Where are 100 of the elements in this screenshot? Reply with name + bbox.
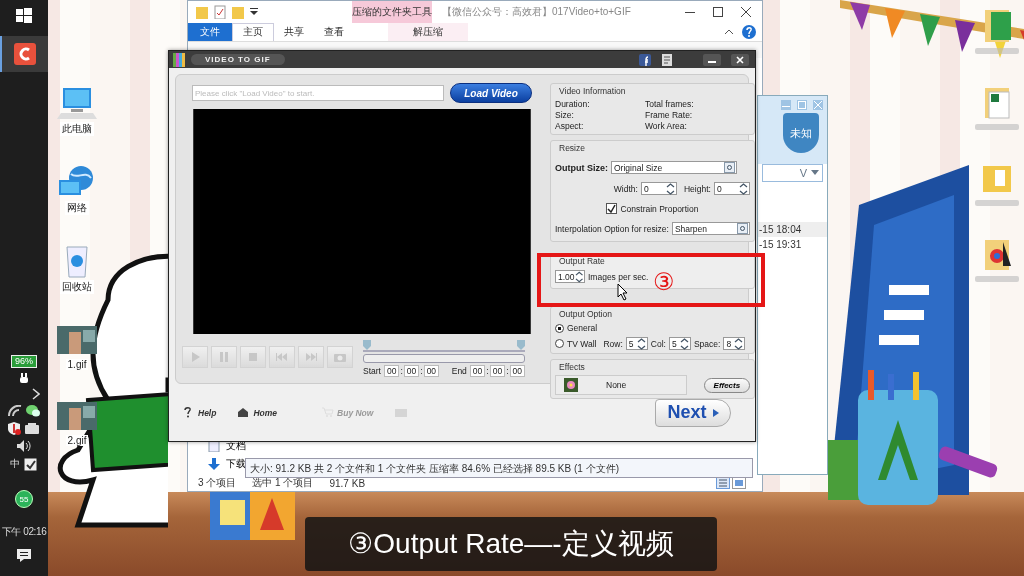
close-icon[interactable] [731,53,749,66]
radio-button[interactable] [555,323,564,333]
plug-icon [20,373,28,383]
window-title: 【微信公众号：高效君】017Video+to+GIF [441,5,632,19]
field-label: Space: [693,338,721,349]
radio-button[interactable] [555,339,564,348]
ribbon-tab[interactable]: 主页 [232,22,274,42]
facebook-icon[interactable] [639,53,651,66]
maximize-icon[interactable] [712,6,724,18]
field-label: Output Size: [555,162,608,173]
spin-field[interactable]: 5 [668,337,691,350]
time-separator: : [400,366,403,376]
status-text: 3 个项目 [198,476,237,490]
spinner-arrows-icon[interactable] [636,337,646,350]
dropdown-icon[interactable] [736,223,748,234]
windows-start-icon[interactable] [16,8,32,24]
dropdown-field[interactable]: Original Size [611,161,737,174]
step-marker: ③ [653,270,675,294]
nav-item-label[interactable]: 下载 [226,457,246,471]
help-icon[interactable] [742,25,756,39]
dropdown-icon[interactable] [724,162,735,173]
input-method-indicator[interactable]: 中 [10,457,21,471]
load-video-button[interactable]: Load Video [450,83,532,103]
effects-button[interactable]: Effects [703,377,750,393]
slider-handle-icon[interactable] [517,340,525,350]
flower-icon [564,378,578,392]
spin-field[interactable]: 5 [625,337,648,350]
minimize-icon[interactable] [703,53,721,66]
shield-icon[interactable] [8,422,22,435]
notes-icon[interactable] [661,53,673,66]
device-icon[interactable] [25,423,40,434]
icon-label[interactable]: 回收站 [60,280,94,294]
wifi-icon[interactable] [8,405,22,417]
field-label: Images per sec. [588,271,649,282]
field-label: Interpolation Option for resize: [555,223,669,234]
action-center-icon[interactable] [17,549,31,562]
spin-field[interactable]: 0 [640,182,677,195]
icon-label[interactable]: 1.gif [65,359,89,370]
checkbox[interactable] [606,203,618,214]
app-logo-icon [173,52,185,67]
field-label: Width: [613,183,638,194]
ribbon-tab[interactable]: 共享 [274,23,314,41]
spin-field[interactable]: 1.00 [555,270,585,283]
ribbon-tab[interactable]: 文件 [188,23,232,41]
status-text: 选中 1 个项目 [252,476,314,490]
ribbon-tab[interactable]: 解压缩 [388,23,468,41]
large-icons-view-icon[interactable] [732,477,746,489]
time-separator: : [506,366,509,376]
list-row[interactable]: -15 19:31 [758,237,827,252]
time-field[interactable]: 00 [403,365,420,377]
home-link[interactable]: Home [238,407,278,418]
group-title: Video Information [558,86,627,96]
time-field[interactable]: 00 [423,365,440,377]
group-title: Effects [558,362,586,372]
properties-icon[interactable] [214,5,226,19]
status-text: 91.7 KB [329,477,366,489]
chevron-icon[interactable] [32,388,41,400]
slider-handle-icon[interactable] [363,340,371,350]
collapse-ribbon-icon[interactable] [724,27,734,37]
icon-label[interactable]: 此电脑 [60,122,94,136]
checkbox-tray-icon[interactable] [24,457,38,471]
spin-field[interactable]: 8 [723,337,746,350]
spinner-arrows-icon[interactable] [574,270,583,283]
ribbon-tab[interactable]: 查看 [314,23,354,41]
icon-label[interactable]: 2.gif [65,435,89,446]
download-icon[interactable] [208,458,220,470]
context-tools-label: 压缩的文件夹工具 [352,5,432,19]
volume-icon[interactable] [17,440,31,452]
clock[interactable]: 下午 02:16 [1,525,47,539]
subtitle-caption: ③Output Rate—-定义视频 [305,517,717,571]
mouse-cursor-icon [617,283,629,301]
next-button[interactable]: Next [655,398,731,427]
spinner-arrows-icon[interactable] [734,337,744,350]
list-row[interactable]: -15 18:04 [758,222,827,237]
time-field[interactable]: 00 [509,365,525,377]
info-label: Frame Rate: [645,110,694,120]
spinner-arrows-icon[interactable] [738,182,748,195]
taskbar-app-button[interactable] [0,36,48,72]
help-link[interactable]: Help [183,407,217,418]
chevron-right-icon [712,408,719,417]
app-title: VIDEO TO GIF [191,54,285,65]
computer-icon[interactable] [57,85,97,121]
shield-badge: 未知 [783,113,819,153]
icon-label[interactable]: 网络 [65,201,89,215]
tooltip: 大小: 91.2 KB 共 2 个文件和 1 个文件夹 压缩率 84.6% 已经选择 89.5 KB (1 个文件) [245,458,753,478]
radio-label: TV Wall [567,338,597,349]
spin-field[interactable]: 0 [713,182,750,195]
time-separator: : [420,366,423,376]
folder-icon [395,407,408,418]
spinner-arrows-icon[interactable] [679,337,689,350]
time-field[interactable]: 00 [469,365,486,377]
dropdown-caret-icon [811,170,819,176]
dropdown-field[interactable]: Sharpen [671,222,750,235]
time-field[interactable]: 00 [489,365,506,377]
close-icon[interactable] [740,6,752,18]
time-field[interactable]: 00 [383,365,400,377]
spinner-arrows-icon[interactable] [665,182,675,195]
chat-icon[interactable] [26,405,40,417]
checkbox-label: Constrain Proportion [620,203,699,214]
dropdown-field[interactable]: V [762,164,823,182]
